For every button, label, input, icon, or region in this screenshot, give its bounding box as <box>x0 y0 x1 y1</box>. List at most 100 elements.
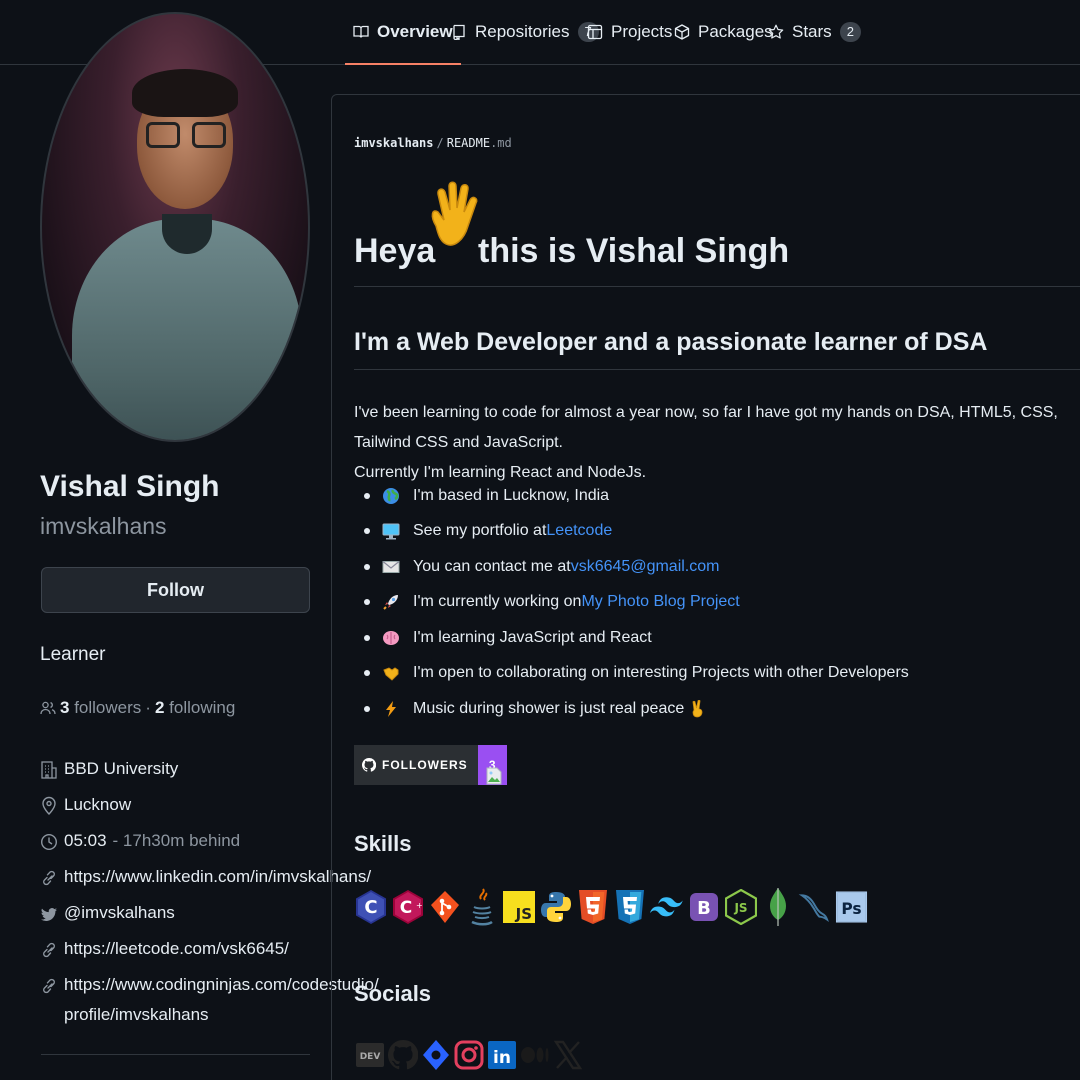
tab-overview-label: Overview <box>377 22 453 41</box>
followers-count: 3 <box>60 698 70 717</box>
photoshop-icon: Ps <box>835 880 868 934</box>
twitter-handle[interactable]: @imvskalhans <box>64 902 175 924</box>
link-icon <box>43 870 55 886</box>
follow-stats: 3 followers · 2 following <box>40 698 235 718</box>
clock-icon <box>40 833 58 851</box>
package-icon <box>674 24 690 40</box>
list-item: I'm open to collaborating on interesting… <box>354 656 909 692</box>
svg-text:in: in <box>493 1048 511 1068</box>
tab-projects-label: Projects <box>611 22 673 41</box>
tab-projects[interactable]: Projects <box>587 0 672 64</box>
svg-text:Ps: Ps <box>841 900 861 918</box>
socials-heading: Socials <box>354 981 432 1006</box>
book-icon <box>353 25 369 38</box>
avatar-glasses-right <box>192 122 226 148</box>
followers-badge[interactable]: FOLLOWERS 3 <box>354 745 507 785</box>
tab-packages[interactable]: Packages <box>674 0 773 64</box>
readme-breadcrumb: imvskalhans / README.md <box>354 136 512 150</box>
readme-owner-link[interactable]: imvskalhans <box>354 136 433 150</box>
waving-hand-icon <box>431 181 478 246</box>
link-icon <box>43 978 55 994</box>
globe-icon <box>383 487 399 504</box>
hashnode-icon[interactable] <box>420 1030 451 1080</box>
list-bullet <box>364 670 370 677</box>
list-bullet <box>364 705 370 712</box>
following-label: following <box>169 698 236 717</box>
detail-organization: BBD University <box>40 758 320 794</box>
bootstrap-icon: B <box>687 880 720 934</box>
dev-icon[interactable]: DEV <box>354 1030 385 1080</box>
dev-icon-text: DEV <box>359 1052 380 1062</box>
desktop-icon <box>382 523 400 540</box>
mongodb-icon <box>761 880 794 934</box>
readme-file-link[interactable]: README.md <box>447 136 512 150</box>
javascript-icon: JS <box>502 880 535 934</box>
list-bullet <box>364 563 370 570</box>
list-item-text: Music during shower is just real peace <box>413 699 685 717</box>
linkedin-url[interactable]: https://www.linkedin.com/in/imvskalhans/ <box>64 866 371 888</box>
following-link[interactable]: 2 following <box>155 698 235 718</box>
repo-icon <box>453 24 465 40</box>
detail-location: Lucknow <box>40 794 320 830</box>
organization-name: BBD University <box>64 759 179 778</box>
list-bullet <box>364 528 370 535</box>
detail-link-twitter[interactable]: @imvskalhans <box>40 902 320 938</box>
avatar[interactable] <box>40 12 310 442</box>
c-icon: C <box>354 880 387 934</box>
tab-stars[interactable]: Stars 2 <box>768 0 861 64</box>
detail-link-codingninjas[interactable]: https://www.codingninjas.com/codestudio/… <box>40 974 379 1034</box>
rocket-icon <box>383 595 398 610</box>
tab-overview[interactable]: Overview <box>345 0 461 65</box>
tailwind-icon <box>650 880 683 934</box>
detail-link-linkedin[interactable]: https://www.linkedin.com/in/imvskalhans/ <box>40 866 371 902</box>
readme-subheading: I'm a Web Developer and a passionate lea… <box>354 328 988 356</box>
python-icon <box>539 880 572 934</box>
list-item: See my portfolio at Leetcode <box>354 514 909 550</box>
broken-image-icon <box>486 767 502 785</box>
list-bullet <box>364 599 370 606</box>
svg-text:C: C <box>364 897 377 918</box>
github-icon[interactable] <box>387 1030 418 1080</box>
list-item: I'm currently working on My Photo Blog P… <box>354 585 909 621</box>
heading-divider <box>354 286 1080 287</box>
socials-icons: DEV in <box>354 1030 583 1080</box>
css3-icon <box>613 880 646 934</box>
followers-link[interactable]: 3 followers <box>60 698 141 718</box>
linkedin-icon[interactable]: in <box>486 1030 517 1080</box>
profile-name: Vishal Singh <box>40 470 220 503</box>
list-item: I'm based in Lucknow, India <box>354 478 909 514</box>
portfolio-link[interactable]: Leetcode <box>546 522 612 540</box>
table-icon <box>587 24 603 40</box>
avatar-glasses-left <box>146 122 180 148</box>
leetcode-url[interactable]: https://leetcode.com/vsk6645/ <box>64 938 289 960</box>
following-count: 2 <box>154 698 165 717</box>
badge-label: FOLLOWERS <box>382 758 468 772</box>
location-name: Lucknow <box>64 795 132 814</box>
profile-details: BBD University Lucknow 05:03 - 17h30m be… <box>40 758 379 1034</box>
github-icon <box>362 758 376 772</box>
sidebar-divider <box>41 1054 310 1055</box>
instagram-icon[interactable] <box>453 1030 484 1080</box>
readme-file-name: README <box>446 136 491 150</box>
handshake-icon <box>383 667 399 681</box>
list-item: I'm learning JavaScript and React <box>354 620 909 656</box>
profile-bio: Learner <box>40 644 106 665</box>
list-item-text: I'm learning JavaScript and React <box>413 628 652 646</box>
follow-button[interactable]: Follow <box>41 567 310 613</box>
tab-repositories[interactable]: Repositories 7 <box>451 0 599 64</box>
svg-text:JS: JS <box>514 905 531 923</box>
email-link[interactable]: vsk6645@gmail.com <box>571 558 720 576</box>
medium-icon[interactable] <box>519 1030 550 1080</box>
list-item-text: I'm currently working on <box>413 593 582 611</box>
x-icon[interactable] <box>552 1030 583 1080</box>
git-icon <box>428 880 461 934</box>
skills-heading: Skills <box>354 831 412 856</box>
list-bullet <box>364 492 370 499</box>
stars-count: 2 <box>839 22 861 42</box>
victory-hand-icon <box>692 699 703 718</box>
java-icon <box>465 880 498 934</box>
detail-local-time: 05:03 - 17h30m behind <box>40 830 320 866</box>
project-link[interactable]: My Photo Blog Project <box>581 593 739 611</box>
detail-link-leetcode[interactable]: https://leetcode.com/vsk6645/ <box>40 938 320 974</box>
svg-text:B: B <box>697 898 711 919</box>
